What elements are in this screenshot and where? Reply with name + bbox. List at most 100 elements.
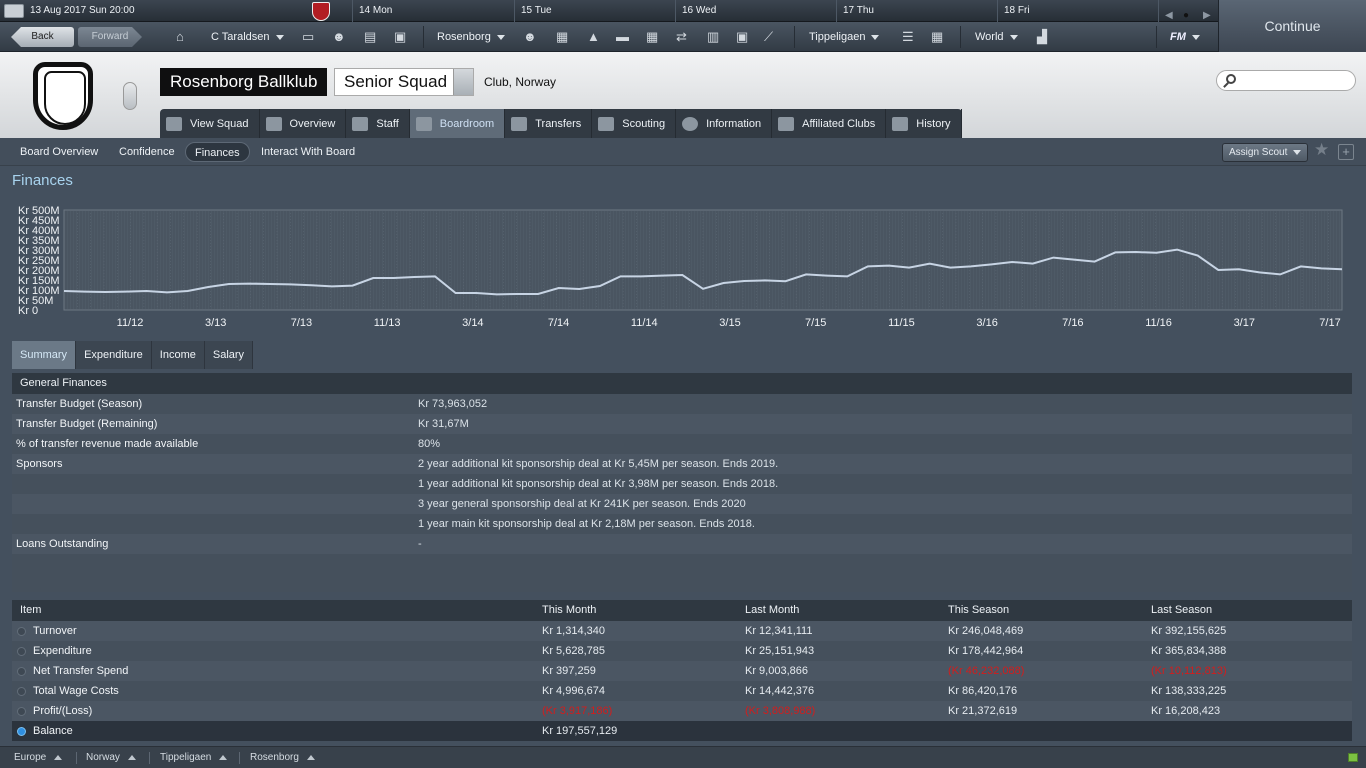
status-indicator-icon[interactable] (1348, 753, 1358, 762)
table-row[interactable]: Profit/(Loss) (Kr 3,917,186) (Kr 3,808,988… (12, 701, 1352, 721)
chevron-down-icon[interactable] (453, 69, 473, 95)
row-selector-icon[interactable] (17, 647, 26, 656)
assign-scout-button[interactable]: Assign Scout (1222, 143, 1308, 162)
chevron-down-icon (1293, 149, 1302, 155)
row-selector-icon[interactable] (17, 727, 26, 736)
chart-grid (63, 209, 1343, 311)
list-icon[interactable]: ☰ (902, 22, 914, 52)
calendar-day[interactable]: 16 Wed (675, 0, 716, 22)
add-note-icon[interactable]: + (1338, 144, 1354, 160)
column-header[interactable]: This Season (948, 600, 1009, 621)
finance-sub-tabs: Summary Expenditure Income Salary (12, 341, 254, 369)
calendar-icon[interactable] (4, 4, 24, 18)
schedule-icon[interactable]: ▦ (646, 22, 658, 52)
folder-icon[interactable]: ▬ (616, 22, 629, 52)
tab-salary[interactable]: Salary (204, 341, 254, 369)
search-input[interactable] (1216, 70, 1356, 91)
table-row[interactable]: Expenditure Kr 5,628,785 Kr 25,151,943 Kr 1… (12, 641, 1352, 661)
calendar-day[interactable]: 18 Fri (997, 0, 1030, 22)
calendar-day[interactable]: 17 Thu (836, 0, 874, 22)
board-icon[interactable]: ▣ (736, 22, 748, 52)
gf-row: 3 year general sponsorship deal at Kr 24… (12, 494, 1352, 514)
tab-history[interactable]: History (886, 109, 962, 138)
subnav-board-overview[interactable]: Board Overview (12, 142, 106, 162)
breadcrumb-item[interactable]: Europe (14, 747, 63, 768)
breadcrumb-item[interactable]: Rosenborg (250, 747, 315, 768)
fm-menu[interactable]: FM (1170, 22, 1200, 52)
switch-club-arrows-icon[interactable] (123, 82, 137, 110)
tab-label: Boardroom (439, 117, 495, 130)
divider (794, 26, 795, 48)
cell-last-month: Kr 9,003,866 (745, 665, 808, 677)
column-header[interactable]: This Month (542, 600, 596, 621)
divider (149, 752, 150, 764)
podium-icon[interactable]: ▟ (1037, 22, 1047, 52)
graph-icon[interactable]: ⟋ (764, 22, 773, 52)
tactics-icon[interactable]: ▦ (556, 22, 568, 52)
calendar-day[interactable]: 14 Mon (352, 0, 392, 22)
column-header[interactable]: Last Month (745, 600, 799, 621)
back-button[interactable]: Back (11, 27, 74, 47)
table-icon[interactable]: ▦ (931, 22, 943, 52)
current-date[interactable]: 13 Aug 2017 Sun 20:00 (30, 0, 135, 22)
tab-scouting[interactable]: Scouting (592, 109, 677, 138)
staff-icon (352, 116, 369, 131)
finance-icon[interactable]: ▥ (707, 22, 719, 52)
calendar-day[interactable]: 15 Tue (514, 0, 552, 22)
subnav-interact-with-board[interactable]: Interact With Board (253, 142, 363, 162)
tab-information[interactable]: Information (676, 109, 773, 138)
row-selector-icon[interactable] (17, 627, 26, 636)
manager-menu[interactable]: C Taraldsen (211, 22, 284, 52)
transfer-arrows-icon[interactable]: ⇄ (676, 22, 687, 52)
tab-label: Staff (376, 117, 399, 130)
tab-expenditure[interactable]: Expenditure (76, 341, 152, 369)
column-header[interactable]: Item (20, 600, 41, 621)
subnav-confidence[interactable]: Confidence (111, 142, 183, 162)
clipboard-icon[interactable]: ▤ (364, 22, 376, 52)
star-icon[interactable]: ★ (1314, 140, 1329, 160)
balance-row[interactable]: Balance Kr 197,557,129 (12, 721, 1352, 741)
inbox-icon[interactable]: ▭ (302, 22, 314, 52)
cell-last-month: (Kr 3,808,988) (745, 705, 816, 717)
subnav-finances[interactable]: Finances (185, 142, 250, 162)
tab-transfers[interactable]: Transfers (505, 109, 593, 138)
league-menu[interactable]: Tippeligaen (809, 22, 880, 52)
training-icon[interactable]: ▲ (587, 22, 600, 52)
row-selector-icon[interactable] (17, 687, 26, 696)
world-menu[interactable]: World (975, 22, 1018, 52)
tab-summary[interactable]: Summary (12, 341, 77, 369)
forward-button[interactable]: Forward (78, 27, 142, 47)
gf-value: Kr 73,963,052 (418, 398, 488, 410)
continue-button[interactable]: Continue (1218, 0, 1366, 52)
breadcrumb-item[interactable]: Norway (86, 747, 136, 768)
squad-icon[interactable]: ☻ (523, 22, 537, 52)
tab-boardroom[interactable]: Boardroom (409, 109, 506, 138)
page-title: Finances (12, 172, 73, 189)
table-row[interactable]: Total Wage Costs Kr 4,996,674 Kr 14,442,37… (12, 681, 1352, 701)
tab-income[interactable]: Income (151, 341, 205, 369)
tab-overview[interactable]: Overview (260, 109, 347, 138)
row-selector-icon[interactable] (17, 707, 26, 716)
table-row[interactable]: Net Transfer Spend Kr 397,259 Kr 9,003,866… (12, 661, 1352, 681)
x-tick-label: 3/14 (462, 317, 483, 329)
squad-selector[interactable]: Senior Squad (334, 68, 474, 96)
table-row[interactable]: Turnover Kr 1,314,340 Kr 12,341,111 Kr 246,… (12, 621, 1352, 641)
top-calendar-bar: 13 Aug 2017 Sun 20:00 14 Mon 15 Tue 16 W… (0, 0, 1218, 22)
briefcase-icon[interactable]: ▣ (394, 22, 406, 52)
manager-name: C Taraldsen (211, 31, 270, 43)
tab-staff[interactable]: Staff (346, 109, 410, 138)
breadcrumb-item[interactable]: Tippeligaen (160, 747, 228, 768)
row-selector-icon[interactable] (17, 667, 26, 676)
x-axis-ticks: 11/12 3/13 7/13 11/13 3/14 7/14 11/14 3/15 7/15 1… (117, 317, 1341, 329)
tab-affiliated-clubs[interactable]: Affiliated Clubs (772, 109, 887, 138)
column-header[interactable]: Last Season (1151, 600, 1212, 621)
home-icon[interactable]: ⌂ (176, 22, 184, 52)
club-menu[interactable]: Rosenborg (437, 22, 505, 52)
divider (1156, 26, 1157, 48)
gf-value: 1 year additional kit sponsorship deal a… (418, 478, 779, 490)
y-tick-label: Kr 0 (18, 305, 38, 317)
gf-label: Transfer Budget (Remaining) (16, 418, 158, 430)
tab-view-squad[interactable]: View Squad (160, 109, 260, 138)
people-icon[interactable]: ☻ (332, 22, 346, 52)
club-badge-icon[interactable] (312, 2, 330, 21)
